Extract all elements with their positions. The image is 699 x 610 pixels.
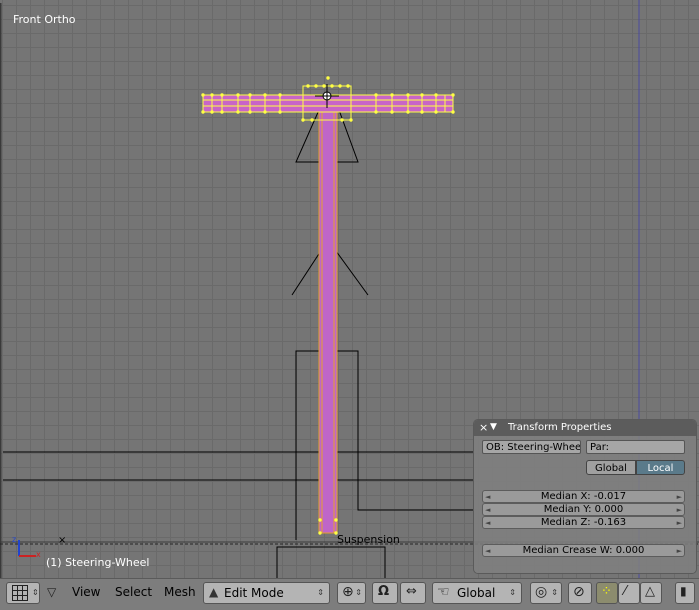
increment-arrow-icon[interactable]: ► <box>677 517 682 529</box>
pivot-icon: ⊕ <box>342 584 354 600</box>
decrement-arrow-icon[interactable]: ◄ <box>485 504 490 516</box>
vertex-select-button[interactable]: ⁘ <box>596 582 618 604</box>
editor-type-grid-icon <box>12 585 28 601</box>
median-crease-field[interactable]: ◄ Median Crease W: 0.000 ► <box>482 544 685 557</box>
updown-arrows-icon: ⇕ <box>509 588 516 597</box>
decrement-arrow-icon[interactable]: ◄ <box>485 491 490 503</box>
axis-x-label: x <box>36 550 41 559</box>
updown-arrows-icon: ⇕ <box>551 588 558 597</box>
updown-arrows-icon: ⇕ <box>355 588 362 597</box>
lock-icon: ▮ <box>680 584 687 598</box>
manipulator-icon: ⇔ <box>406 584 417 599</box>
vertex-select-icon: ⁘ <box>601 584 612 599</box>
global-toggle[interactable]: Global <box>586 460 636 475</box>
proportional-edit-select[interactable]: ◎ ⇕ <box>530 582 562 604</box>
increment-arrow-icon[interactable]: ► <box>677 491 682 503</box>
origin-marker: × <box>58 535 66 546</box>
menu-select[interactable]: Select <box>115 585 152 599</box>
lock-button[interactable]: ▮ <box>675 582 695 604</box>
local-toggle[interactable]: Local <box>636 460 685 475</box>
face-select-icon: △ <box>645 584 655 599</box>
transform-properties-panel[interactable]: × ▼ Transform Properties OB: Steering-Wh… <box>474 420 696 573</box>
active-object-label: (1) Steering-Wheel <box>46 556 150 569</box>
manipulator-button[interactable]: ⇔ <box>400 582 426 604</box>
pivot-select[interactable]: ⊕ ⇕ <box>337 582 366 604</box>
increment-arrow-icon[interactable]: ► <box>677 504 682 516</box>
edge-select-button[interactable]: ⁄ <box>618 582 640 604</box>
median-x-field[interactable]: ◄ Median X: -0.017 ► <box>482 490 685 503</box>
edge-select-icon: ⁄ <box>624 584 627 599</box>
orientation-label: Global <box>457 586 496 600</box>
axis-z-label: z <box>12 535 17 544</box>
suspension-name-label: Suspension <box>337 533 400 546</box>
3d-view-header: ⇕ ▽ View Select Mesh ▲ Edit Mode ⇕ ⊕ ⇕ Ω… <box>0 578 699 610</box>
updown-arrows-icon: ⇕ <box>32 588 39 597</box>
object-name-field[interactable]: OB: Steering-Wheel <box>482 440 581 454</box>
snap-button[interactable]: Ω <box>372 582 398 604</box>
median-x-value: Median X: -0.017 <box>540 491 627 502</box>
occlude-button[interactable]: ⊘ <box>568 582 592 604</box>
panel-header[interactable]: × ▼ Transform Properties <box>474 420 696 436</box>
blender-window: × Front Ortho (1) Steering-Wheel Suspens… <box>0 0 699 610</box>
menu-collapse-icon[interactable]: ▽ <box>47 585 56 599</box>
occlude-icon: ⊘ <box>573 584 585 600</box>
hand-icon: ☜ <box>437 584 450 600</box>
median-z-value: Median Z: -0.163 <box>540 517 627 528</box>
menu-view[interactable]: View <box>72 585 100 599</box>
proportional-edit-icon: ◎ <box>535 584 548 600</box>
increment-arrow-icon[interactable]: ► <box>677 545 682 557</box>
close-icon[interactable]: × <box>479 421 488 434</box>
mode-label: Edit Mode <box>224 586 284 600</box>
median-y-field[interactable]: ◄ Median Y: 0.000 ► <box>482 503 685 516</box>
view-name-label: Front Ortho <box>13 13 76 26</box>
median-z-field[interactable]: ◄ Median Z: -0.163 ► <box>482 516 685 529</box>
menu-mesh[interactable]: Mesh <box>164 585 196 599</box>
median-y-value: Median Y: 0.000 <box>543 504 624 515</box>
orientation-select[interactable]: ☜ Global ⇕ <box>432 582 522 604</box>
decrement-arrow-icon[interactable]: ◄ <box>485 545 490 557</box>
face-select-button[interactable]: △ <box>640 582 662 604</box>
parent-field[interactable]: Par: <box>586 440 685 454</box>
snap-magnet-icon: Ω <box>378 584 390 599</box>
mode-select[interactable]: ▲ Edit Mode ⇕ <box>203 582 330 604</box>
3d-viewport[interactable]: × Front Ortho (1) Steering-Wheel Suspens… <box>0 0 699 578</box>
panel-title: Transform Properties <box>508 422 612 433</box>
editor-type-button[interactable]: ⇕ <box>6 582 40 604</box>
median-crease-value: Median Crease W: 0.000 <box>522 545 645 556</box>
updown-arrows-icon: ⇕ <box>317 588 324 597</box>
triangle-down-icon[interactable]: ▼ <box>490 422 497 432</box>
mode-icon: ▲ <box>209 585 219 599</box>
wheel-box <box>276 546 386 578</box>
decrement-arrow-icon[interactable]: ◄ <box>485 517 490 529</box>
